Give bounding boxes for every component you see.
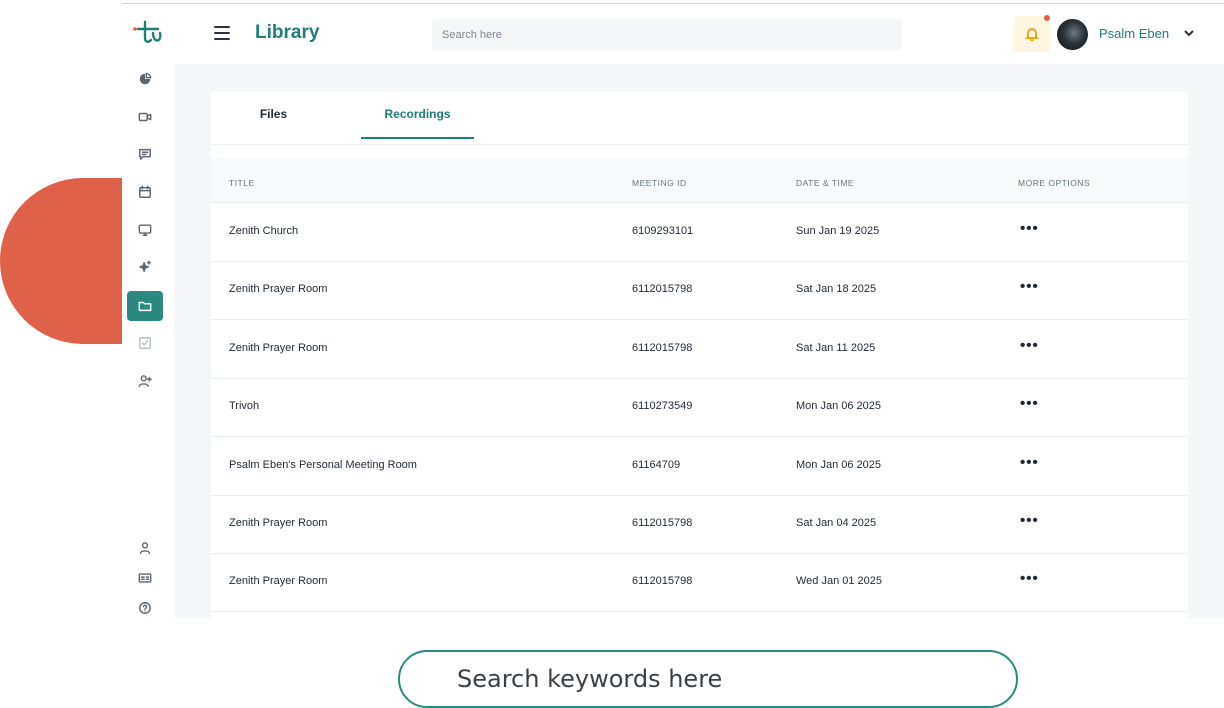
more-options-button[interactable]: ••• xyxy=(1020,337,1039,354)
recording-date: Sun Jan 19 2025 xyxy=(796,225,880,237)
column-header-title[interactable]: TITLE xyxy=(229,178,255,188)
sidebar-item-screen[interactable] xyxy=(127,215,163,245)
sidebar-item-help[interactable] xyxy=(127,593,163,623)
menu-icon xyxy=(214,26,230,28)
id-card-icon xyxy=(138,573,152,583)
pie-chart-icon xyxy=(139,72,152,85)
recording-title[interactable]: Zenith Church xyxy=(229,225,298,237)
meeting-id: 6112015798 xyxy=(632,575,693,588)
tab-bar: Files Recordings xyxy=(211,92,1188,145)
sidebar-item-meetings[interactable] xyxy=(127,102,163,132)
recording-date: Sat Jan 18 2025 xyxy=(796,283,877,296)
column-header-meeting-id[interactable]: MEETING ID xyxy=(632,178,687,188)
calendar-icon xyxy=(139,185,151,198)
meeting-id: 6112015798 xyxy=(632,517,693,529)
chat-icon xyxy=(139,148,151,160)
sparkles-icon xyxy=(139,260,151,273)
user-icon xyxy=(139,542,151,554)
recording-date: Sat Jan 04 2025 xyxy=(796,517,877,529)
recording-date: Mon Jan 06 2025 xyxy=(796,458,882,471)
keyword-search-input[interactable] xyxy=(398,650,1018,708)
table-row[interactable]: Zenith Prayer Room 6112015798 Sat Jan 18 2… xyxy=(211,261,1188,321)
menu-toggle-button[interactable] xyxy=(214,26,230,40)
sidebar-item-ai[interactable] xyxy=(127,252,163,282)
table-row[interactable]: Psalm Eben's Personal Meeting Room 611647… xyxy=(211,437,1188,496)
add-user-icon xyxy=(138,375,152,387)
help-icon xyxy=(139,602,151,614)
column-header-date-time[interactable]: DATE & TIME xyxy=(796,178,854,188)
more-options-button[interactable]: ••• xyxy=(1020,220,1039,237)
video-camera-icon xyxy=(138,112,152,122)
sidebar xyxy=(122,4,174,618)
recording-date: Mon Jan 06 2025 xyxy=(796,400,882,413)
recording-title[interactable]: Zenith Prayer Room xyxy=(229,342,327,354)
table-row[interactable]: Zenith Church 6109293101 Sun Jan 19 2025 ••… xyxy=(211,203,1188,262)
more-options-button[interactable]: ••• xyxy=(1020,278,1039,295)
app-logo[interactable] xyxy=(132,16,164,46)
recording-title[interactable]: Zenith Prayer Room xyxy=(229,517,327,529)
monitor-icon xyxy=(138,224,152,236)
table-row[interactable]: Zenith Prayer Room 6112015798 Wed Jan 01 2… xyxy=(211,553,1188,613)
notifications-button[interactable] xyxy=(1014,16,1050,52)
top-header: Library Psalm Eben xyxy=(174,4,1224,64)
column-header-more-options: MORE OPTIONS xyxy=(1018,178,1091,188)
recording-title[interactable]: Zenith Prayer Room xyxy=(229,575,327,587)
more-options-button[interactable]: ••• xyxy=(1020,512,1039,529)
sidebar-item-profile[interactable] xyxy=(127,533,163,563)
sidebar-item-tasks[interactable] xyxy=(127,328,163,358)
avatar[interactable] xyxy=(1057,19,1088,50)
recording-title[interactable]: Trivoh xyxy=(229,400,259,412)
page-title: Library xyxy=(255,22,320,43)
chevron-down-icon xyxy=(1184,30,1194,37)
sidebar-item-contacts[interactable] xyxy=(127,563,163,593)
tab-files[interactable]: Files xyxy=(211,92,336,137)
recording-title[interactable]: Zenith Prayer Room xyxy=(229,283,327,295)
decorative-circle xyxy=(0,178,122,344)
main-content: Files Recordings TITLE MEETING ID DATE &… xyxy=(174,64,1224,618)
table-row[interactable]: Trivoh 6110273549 Mon Jan 06 2025 ••• xyxy=(211,378,1188,438)
sidebar-item-dashboard[interactable] xyxy=(127,64,163,94)
meeting-id: 6110273549 xyxy=(632,400,693,413)
table-row[interactable]: Zenith Prayer Room 6112015798 Sat Jan 11 2… xyxy=(211,320,1188,379)
meeting-id: 6112015798 xyxy=(632,341,693,354)
meeting-id: 6112015798 xyxy=(632,283,693,296)
recording-date: Sat Jan 11 2025 xyxy=(796,341,876,354)
more-options-button[interactable]: ••• xyxy=(1020,395,1039,412)
recording-title[interactable]: Psalm Eben's Personal Meeting Room xyxy=(229,459,417,471)
recording-date: Wed Jan 01 2025 xyxy=(796,575,883,588)
meeting-id: 6109293101 xyxy=(632,225,694,237)
meeting-id: 61164709 xyxy=(632,458,681,471)
sidebar-item-invite[interactable] xyxy=(127,366,163,396)
search-input[interactable] xyxy=(432,19,902,50)
bell-icon xyxy=(1024,28,1040,42)
table-row[interactable]: Zenith Prayer Room 6112015798 Sat Jan 04 2… xyxy=(211,495,1188,554)
checklist-icon xyxy=(139,337,151,349)
sidebar-item-chat[interactable] xyxy=(127,139,163,169)
folder-icon xyxy=(138,301,152,312)
library-card: Files Recordings TITLE MEETING ID DATE &… xyxy=(211,92,1188,618)
user-name[interactable]: Psalm Eben xyxy=(1099,26,1169,41)
user-menu-button[interactable] xyxy=(1182,26,1196,40)
more-options-button[interactable]: ••• xyxy=(1020,454,1039,471)
notification-badge xyxy=(1044,15,1050,21)
sidebar-item-calendar[interactable] xyxy=(127,177,163,207)
sidebar-item-library[interactable] xyxy=(127,291,163,321)
more-options-button[interactable]: ••• xyxy=(1020,570,1039,587)
table-header: TITLE MEETING ID DATE & TIME MORE OPTION… xyxy=(211,158,1188,203)
tab-recordings[interactable]: Recordings xyxy=(361,92,474,139)
